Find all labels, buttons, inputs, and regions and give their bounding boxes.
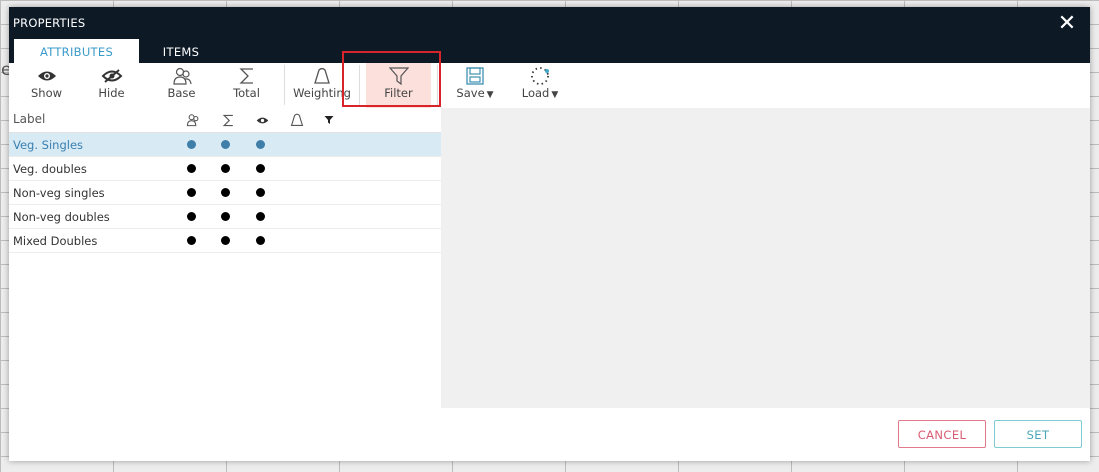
visibility-dot[interactable]: [256, 212, 265, 221]
visibility-dot[interactable]: [187, 188, 196, 197]
toolbar: Show Hide Base Total Weighting Filter Sa…: [9, 63, 1090, 109]
table-row[interactable]: Non-veg doubles: [9, 205, 441, 229]
total-button[interactable]: Total: [219, 63, 274, 108]
load-label: Load ▼: [521, 86, 559, 100]
sigma-icon: [219, 66, 274, 86]
visibility-dot[interactable]: [256, 236, 265, 245]
visibility-dot[interactable]: [256, 188, 265, 197]
cancel-button[interactable]: CANCEL: [898, 420, 986, 448]
save-label: Save ▼: [456, 86, 494, 100]
detail-panel: [441, 108, 1090, 408]
table-row[interactable]: Veg. doubles: [9, 157, 441, 181]
toolbar-divider: [284, 65, 285, 105]
row-label: Non-veg doubles: [13, 210, 110, 224]
base-label: Base: [167, 86, 196, 100]
visibility-dot[interactable]: [221, 188, 230, 197]
eye-off-icon: [84, 66, 139, 86]
loading-spinner-icon: [513, 66, 567, 86]
show-button[interactable]: Show: [19, 63, 74, 108]
table-row[interactable]: Veg. Singles: [9, 133, 441, 157]
visibility-dot[interactable]: [256, 164, 265, 173]
chevron-down-icon: ▼: [551, 90, 559, 100]
row-label: Non-veg singles: [13, 186, 105, 200]
set-button[interactable]: SET: [994, 420, 1082, 448]
filter-highlight-box: [342, 51, 441, 107]
save-button[interactable]: Save ▼: [449, 63, 501, 108]
table-row[interactable]: Non-veg singles: [9, 181, 441, 205]
visibility-dot[interactable]: [221, 164, 230, 173]
total-column-icon[interactable]: [221, 113, 235, 127]
visibility-dot[interactable]: [187, 164, 196, 173]
base-button[interactable]: Base: [154, 63, 209, 108]
visibility-dot[interactable]: [187, 212, 196, 221]
show-label: Show: [30, 86, 63, 100]
visibility-dot[interactable]: [221, 212, 230, 221]
label-column-header[interactable]: Label: [13, 112, 45, 126]
visibility-dot[interactable]: [187, 236, 196, 245]
weight-column-icon[interactable]: [290, 113, 304, 127]
visibility-dot[interactable]: [221, 236, 230, 245]
row-label: Veg. doubles: [13, 162, 87, 176]
floppy-disk-icon: [449, 66, 501, 86]
hide-button[interactable]: Hide: [84, 63, 139, 108]
tab-attributes[interactable]: ATTRIBUTES: [14, 39, 139, 63]
dialog-titlebar: PROPERTIES ✕ ATTRIBUTES ITEMS: [9, 7, 1090, 63]
tab-items[interactable]: ITEMS: [139, 39, 223, 63]
properties-dialog: PROPERTIES ✕ ATTRIBUTES ITEMS Show Hide …: [9, 7, 1090, 461]
filter-column-icon[interactable]: [322, 113, 336, 127]
row-label: Veg. Singles: [13, 138, 84, 152]
dialog-title: PROPERTIES: [13, 16, 86, 30]
base-column-icon[interactable]: [186, 113, 200, 127]
total-label: Total: [233, 86, 260, 100]
row-label: Mixed Doubles: [13, 234, 98, 248]
hide-label: Hide: [98, 86, 125, 100]
eye-column-icon[interactable]: [255, 113, 269, 127]
eye-icon: [19, 66, 74, 86]
load-button[interactable]: Load ▼: [513, 63, 567, 108]
chevron-down-icon: ▼: [486, 90, 494, 100]
visibility-dot[interactable]: [256, 140, 265, 149]
close-icon[interactable]: ✕: [1056, 13, 1078, 35]
users-icon: [154, 66, 209, 86]
table-row[interactable]: Mixed Doubles: [9, 229, 441, 253]
table-header: Label: [9, 108, 441, 133]
visibility-dot[interactable]: [221, 140, 230, 149]
visibility-dot[interactable]: [187, 140, 196, 149]
attributes-table: Label Veg. Singles Veg. doubles Non-veg si…: [9, 108, 441, 253]
